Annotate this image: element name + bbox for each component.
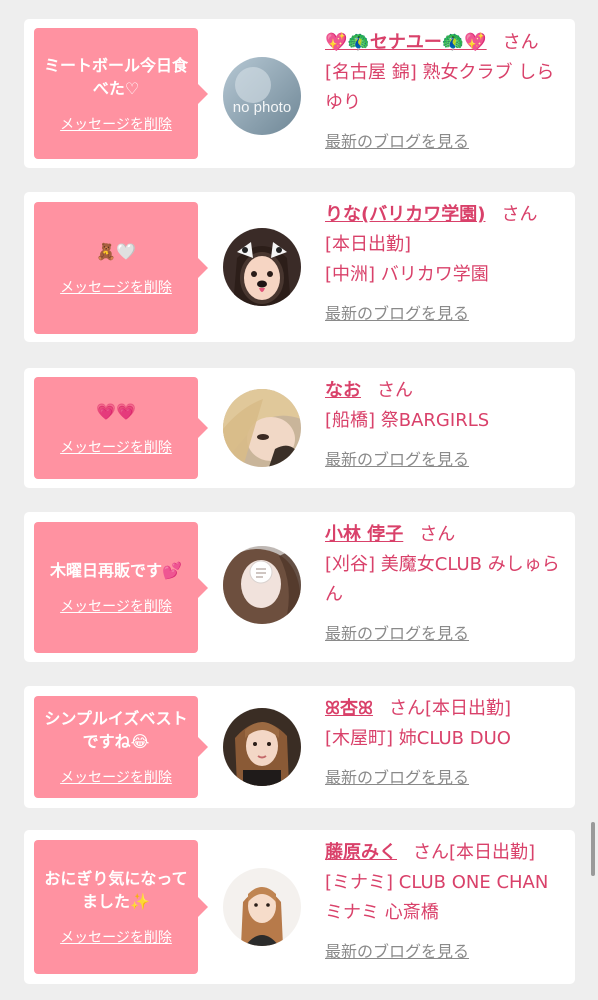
sender-name-line: りな(バリカワ学園) さん	[325, 200, 565, 230]
honorific-label: さん	[377, 380, 413, 401]
delete-message-link[interactable]: メッセージを削除	[60, 596, 172, 616]
sender-name-link[interactable]: ꕤ杏ꕤ	[325, 698, 373, 719]
message-card: ミートボール今日食べた♡ メッセージを削除 no photo 💖🦚セナユー🦚💖 さん [名…	[24, 19, 575, 168]
honorific-label: さん	[419, 524, 456, 545]
sender-info: 💖🦚セナユー🦚💖 さん [名古屋 錦] 熟女クラブ しらゆり最新のブログを見る	[325, 28, 565, 152]
latest-blog-link[interactable]: 最新のブログを見る	[325, 764, 469, 788]
latest-blog-link[interactable]: 最新のブログを見る	[325, 128, 469, 152]
message-bubble: シンプルイズベストですね😂 メッセージを削除	[34, 696, 208, 798]
message-card: おにぎり気になってました✨ メッセージを削除 藤原みく さん[本日出勤] [ミナミ] C…	[24, 830, 575, 984]
shop-detail: [名古屋 錦] 熟女クラブ しらゆり	[325, 62, 555, 113]
no-photo-text: no photo	[233, 99, 291, 116]
message-bubble: 木曜日再販です💕 メッセージを削除	[34, 522, 208, 653]
sender-name-link[interactable]: 💖🦚セナユー🦚💖	[325, 32, 487, 53]
sender-name-line: ꕤ杏ꕤ さん[本日出勤]	[325, 694, 565, 724]
blonde-photo-avatar[interactable]	[223, 389, 301, 467]
honorific-label: さん	[502, 32, 539, 53]
selfie-photo-avatar[interactable]	[223, 708, 301, 786]
sender-info: りな(バリカワ学園) さん [本日出勤] [中洲] バリカワ学園 最新のブログを見る	[325, 200, 565, 324]
honorific-label: さん	[501, 204, 538, 225]
sender-name-link[interactable]: なお	[325, 380, 361, 401]
sender-info: 小林 侼子 さん [刈谷] 美魔女CLUB みしゅらん最新のブログを見る	[325, 520, 565, 644]
shop-detail: [ミナミ] CLUB ONE CHAN ミナミ 心斎橋	[325, 872, 549, 923]
message-text: 🧸🤍	[96, 241, 136, 261]
sender-info: ꕤ杏ꕤ さん[本日出勤] [木屋町] 姉CLUB DUO 最新のブログを見る	[325, 694, 565, 788]
delete-message-link[interactable]: メッセージを削除	[60, 437, 172, 457]
sender-name-link[interactable]: りな(バリカワ学園)	[325, 204, 485, 225]
message-card: 💗💗 メッセージを削除 なお さん [船橋] 祭BARGIRLS 最新のブログを見る	[24, 368, 575, 488]
sender-name-link[interactable]: 藤原みく	[325, 842, 397, 863]
message-text: シンプルイズベストですね😂	[44, 709, 188, 751]
shop-detail: [木屋町] 姉CLUB DUO	[325, 728, 511, 749]
shop-detail: [刈谷] 美魔女CLUB みしゅらん	[325, 554, 560, 605]
mosaic-face-avatar[interactable]	[223, 546, 301, 624]
message-bubble: 💗💗 メッセージを削除	[34, 377, 208, 479]
no-photo-avatar[interactable]: no photo	[223, 57, 301, 135]
message-text: 💗💗	[96, 401, 136, 421]
sender-info: 藤原みく さん[本日出勤] [ミナミ] CLUB ONE CHAN ミナミ 心斎橋最…	[325, 838, 565, 962]
sender-name-line: なお さん	[325, 376, 565, 406]
latest-blog-link[interactable]: 最新のブログを見る	[325, 446, 469, 470]
message-card: 木曜日再販です💕 メッセージを削除 小林 侼子 さん [刈谷] 美魔女CLUB みしゅら…	[24, 512, 575, 662]
message-bubble: 🧸🤍 メッセージを削除	[34, 202, 208, 334]
delete-message-link[interactable]: メッセージを削除	[60, 277, 172, 297]
attendance-status: [本日出勤]	[449, 842, 536, 863]
sender-name-line: 藤原みく さん[本日出勤]	[325, 838, 565, 868]
message-bubble: ミートボール今日食べた♡ メッセージを削除	[34, 28, 208, 159]
delete-message-link[interactable]: メッセージを削除	[60, 767, 172, 787]
message-text: 木曜日再販です💕	[50, 561, 182, 580]
message-text: おにぎり気になってました✨	[44, 869, 188, 911]
sender-info: なお さん [船橋] 祭BARGIRLS 最新のブログを見る	[325, 376, 565, 470]
honorific-label: さん	[388, 698, 425, 719]
message-card: シンプルイズベストですね😂 メッセージを削除 ꕤ杏ꕤ さん[本日出勤] [木屋町] 姉C…	[24, 686, 575, 808]
shop-detail: [本日出勤]	[325, 234, 412, 255]
delete-message-link[interactable]: メッセージを削除	[60, 114, 172, 134]
dog-filter-photo-avatar[interactable]	[223, 228, 301, 306]
latest-blog-link[interactable]: 最新のブログを見る	[325, 620, 469, 644]
message-bubble: おにぎり気になってました✨ メッセージを削除	[34, 840, 208, 974]
latest-blog-link[interactable]: 最新のブログを見る	[325, 300, 469, 324]
sender-name-line: 💖🦚セナユー🦚💖 さん	[325, 28, 565, 58]
delete-message-link[interactable]: メッセージを削除	[60, 927, 172, 947]
shop-detail: [中洲] バリカワ学園	[325, 264, 489, 285]
latest-blog-link[interactable]: 最新のブログを見る	[325, 938, 469, 962]
portrait-photo-avatar[interactable]	[223, 868, 301, 946]
shop-detail: [船橋] 祭BARGIRLS	[325, 410, 490, 431]
honorific-label: さん	[413, 842, 449, 863]
sender-name-link[interactable]: 小林 侼子	[325, 524, 403, 545]
message-text: ミートボール今日食べた♡	[43, 55, 188, 98]
message-card: 🧸🤍 メッセージを削除 りな(バリカワ学園) さん [本日出勤] [中洲] バリカワ学園最…	[24, 192, 575, 342]
attendance-status: [本日出勤]	[424, 698, 511, 719]
sender-name-line: 小林 侼子 さん	[325, 520, 565, 550]
scrollbar[interactable]	[591, 822, 595, 876]
